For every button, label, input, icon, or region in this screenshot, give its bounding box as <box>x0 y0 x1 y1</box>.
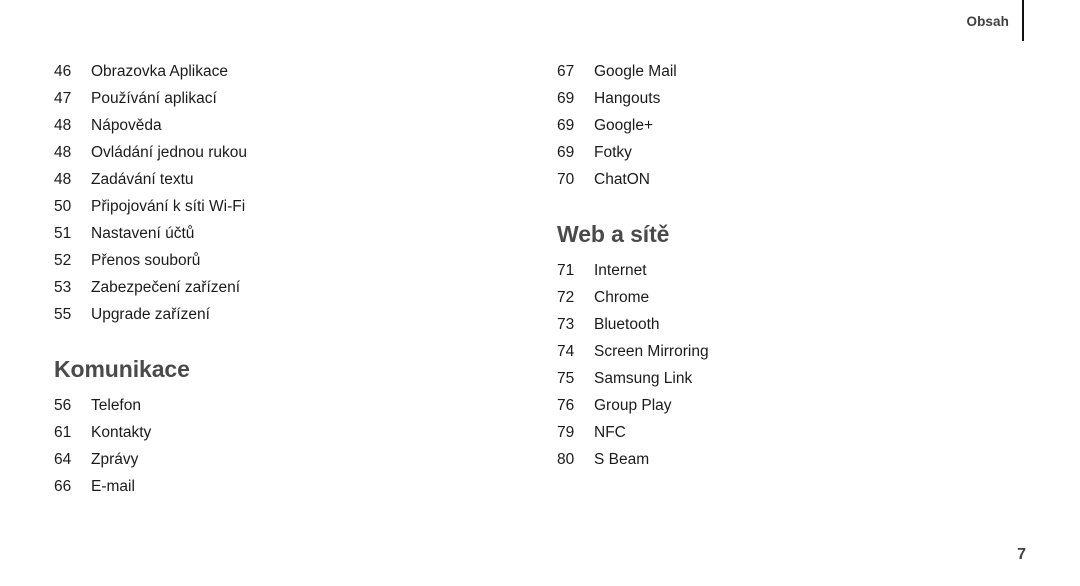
toc-group: Komunikace 56 Telefon 61 Kontakty 64 Zprávy 66 E… <box>54 356 514 500</box>
toc-entry[interactable]: 64 Zprávy <box>54 446 514 473</box>
toc-entry-title: Hangouts <box>594 90 661 107</box>
toc-entry[interactable]: 48 Nápověda <box>54 112 514 139</box>
toc-entry[interactable]: 74 Screen Mirroring <box>557 338 1017 365</box>
toc-entry-title: Obrazovka Aplikace <box>91 63 228 80</box>
toc-entry-page-number: 47 <box>54 90 72 107</box>
toc-entry-title: S Beam <box>594 451 650 468</box>
toc-entry-page-number: 69 <box>557 90 575 107</box>
toc-entry-page-number: 61 <box>54 424 72 441</box>
toc-entry-title: Zabezpečení zařízení <box>91 279 241 296</box>
toc-entry-title: Používání aplikací <box>91 90 217 107</box>
toc-entry[interactable]: 72 Chrome <box>557 284 1017 311</box>
running-head: Obsah <box>966 0 1080 42</box>
toc-entry-page-number: 48 <box>54 171 72 188</box>
toc-entry[interactable]: 69 Fotky <box>557 139 1017 166</box>
toc-entry[interactable]: 61 Kontakty <box>54 419 514 446</box>
toc-entry-title: Internet <box>594 262 647 279</box>
toc-entry[interactable]: 47 Používání aplikací <box>54 85 514 112</box>
toc-entry-page-number: 52 <box>54 252 72 269</box>
toc-entry-title: Upgrade zařízení <box>91 306 210 323</box>
toc-entry[interactable]: 70 ChatON <box>557 166 1017 193</box>
toc-entry-page-number: 80 <box>557 451 575 468</box>
toc-entry[interactable]: 73 Bluetooth <box>557 311 1017 338</box>
toc-group: Web a sítě 71 Internet 72 Chrome 73 Bluetooth 7… <box>557 221 1017 473</box>
toc-entry-title: NFC <box>594 424 626 441</box>
toc-entry[interactable]: 46 Obrazovka Aplikace <box>54 58 514 85</box>
toc-entry-title: Google Mail <box>594 63 677 80</box>
toc-entry-page-number: 69 <box>557 144 575 161</box>
toc-entry[interactable]: 79 NFC <box>557 419 1017 446</box>
toc-column-left: 46 Obrazovka Aplikace 47 Používání aplikací… <box>54 58 514 500</box>
toc-entry[interactable]: 75 Samsung Link <box>557 365 1017 392</box>
toc-entry[interactable]: 67 Google Mail <box>557 58 1017 85</box>
toc-entry[interactable]: 76 Group Play <box>557 392 1017 419</box>
toc-entry-page-number: 74 <box>557 343 575 360</box>
toc-entry-page-number: 72 <box>557 289 575 306</box>
toc-entry-page-number: 51 <box>54 225 72 242</box>
toc-entry-page-number: 48 <box>54 117 72 134</box>
toc-entry-page-number: 50 <box>54 198 72 215</box>
toc-entry-title: Samsung Link <box>594 370 693 387</box>
toc-entry[interactable]: 56 Telefon <box>54 392 514 419</box>
toc-section-heading: Web a sítě <box>557 221 670 247</box>
toc-entry-page-number: 69 <box>557 117 575 134</box>
toc-entry-page-number: 67 <box>557 63 575 80</box>
toc-entry-title: Group Play <box>594 397 672 414</box>
toc-entry-page-number: 75 <box>557 370 575 387</box>
running-head-label: Obsah <box>966 13 1009 29</box>
toc-entry[interactable]: 52 Přenos souborů <box>54 247 514 274</box>
toc-entry[interactable]: 53 Zabezpečení zařízení <box>54 274 514 301</box>
toc-entry-title: Nastavení účtů <box>91 225 195 242</box>
toc-entry-page-number: 56 <box>54 397 72 414</box>
toc-entry-title: Fotky <box>594 144 632 161</box>
toc-section-heading: Komunikace <box>54 356 190 382</box>
toc-entry-page-number: 55 <box>54 306 72 323</box>
toc-entry-page-number: 53 <box>54 279 72 296</box>
toc-entry-title: Připojování k síti Wi-Fi <box>91 198 246 215</box>
toc-entry-title: Chrome <box>594 289 650 306</box>
toc-entry[interactable]: 51 Nastavení účtů <box>54 220 514 247</box>
toc-entry-title: E-mail <box>91 478 135 495</box>
toc-entry-title: ChatON <box>594 171 650 188</box>
toc-entry-title: Kontakty <box>91 424 152 441</box>
toc-entry-page-number: 73 <box>557 316 575 333</box>
running-head-rule-divider <box>1022 0 1024 41</box>
toc-entry[interactable]: 71 Internet <box>557 257 1017 284</box>
toc-entry-page-number: 76 <box>557 397 575 414</box>
toc-entry[interactable]: 66 E-mail <box>54 473 514 500</box>
toc-entry-title: Telefon <box>91 397 141 414</box>
toc-entry-title: Zprávy <box>91 451 139 468</box>
toc-entry-title: Bluetooth <box>594 316 660 333</box>
toc-entry-title: Ovládání jednou rukou <box>91 144 247 161</box>
toc-entry-page-number: 66 <box>54 478 72 495</box>
toc-entry-page-number: 71 <box>557 262 575 279</box>
toc-entry-title: Přenos souborů <box>91 252 201 269</box>
toc-entry[interactable]: 50 Připojování k síti Wi-Fi <box>54 193 514 220</box>
toc-group: 67 Google Mail 69 Hangouts 69 Google+ 69 Fotky 7… <box>557 58 1017 193</box>
toc-entry-title: Nápověda <box>91 117 162 134</box>
toc-entry-title: Screen Mirroring <box>594 343 709 360</box>
toc-entry-page-number: 46 <box>54 63 72 80</box>
toc-entry-page-number: 48 <box>54 144 72 161</box>
toc-entry[interactable]: 69 Google+ <box>557 112 1017 139</box>
toc-entry-title: Zadávání textu <box>91 171 194 188</box>
toc-entry[interactable]: 55 Upgrade zařízení <box>54 301 514 328</box>
toc-column-right: 67 Google Mail 69 Hangouts 69 Google+ 69 Fotky 7… <box>557 58 1017 473</box>
toc-entry[interactable]: 48 Ovládání jednou rukou <box>54 139 514 166</box>
toc-entry-page-number: 79 <box>557 424 575 441</box>
toc-entry-title: Google+ <box>594 117 654 134</box>
toc-entry[interactable]: 48 Zadávání textu <box>54 166 514 193</box>
toc-entry[interactable]: 80 S Beam <box>557 446 1017 473</box>
toc-entry-page-number: 64 <box>54 451 72 468</box>
toc-entry[interactable]: 69 Hangouts <box>557 85 1017 112</box>
toc-entry-page-number: 70 <box>557 171 575 188</box>
toc-group: 46 Obrazovka Aplikace 47 Používání aplikací… <box>54 58 514 328</box>
page-number: 7 <box>1017 546 1026 563</box>
